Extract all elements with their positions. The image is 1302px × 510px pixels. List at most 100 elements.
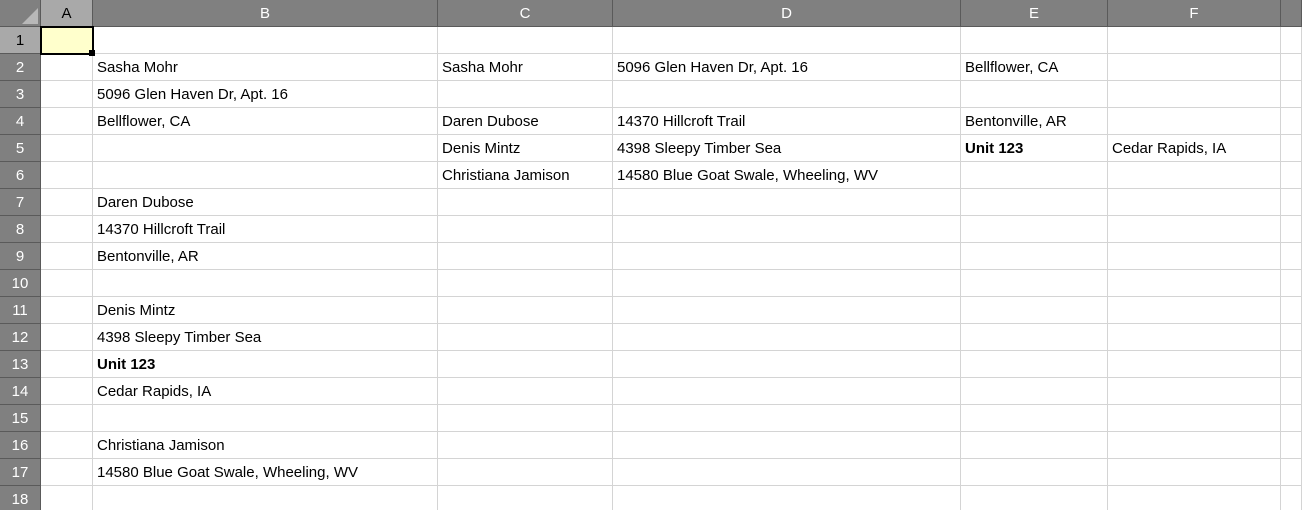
row-header-9[interactable]: 9: [0, 243, 41, 270]
cell-F14[interactable]: [1108, 378, 1281, 405]
cell-E3[interactable]: [961, 81, 1108, 108]
cell-B14[interactable]: Cedar Rapids, IA: [93, 378, 438, 405]
row-header-15[interactable]: 15: [0, 405, 41, 432]
cell-x4[interactable]: [1281, 108, 1302, 135]
cell-F16[interactable]: [1108, 432, 1281, 459]
cell-x15[interactable]: [1281, 405, 1302, 432]
cell-F8[interactable]: [1108, 216, 1281, 243]
col-header-F[interactable]: F: [1108, 0, 1281, 27]
row-header-18[interactable]: 18: [0, 486, 41, 510]
cell-B7[interactable]: Daren Dubose: [93, 189, 438, 216]
cell-F12[interactable]: [1108, 324, 1281, 351]
cell-E8[interactable]: [961, 216, 1108, 243]
cell-x2[interactable]: [1281, 54, 1302, 81]
cell-B3[interactable]: 5096 Glen Haven Dr, Apt. 16: [93, 81, 438, 108]
cell-x12[interactable]: [1281, 324, 1302, 351]
cell-C10[interactable]: [438, 270, 613, 297]
cell-E10[interactable]: [961, 270, 1108, 297]
cell-F2[interactable]: [1108, 54, 1281, 81]
cell-E2[interactable]: Bellflower, CA: [961, 54, 1108, 81]
cell-F17[interactable]: [1108, 459, 1281, 486]
cell-A12[interactable]: [41, 324, 93, 351]
cell-A3[interactable]: [41, 81, 93, 108]
row-header-13[interactable]: 13: [0, 351, 41, 378]
cell-F7[interactable]: [1108, 189, 1281, 216]
cell-x8[interactable]: [1281, 216, 1302, 243]
row-header-12[interactable]: 12: [0, 324, 41, 351]
cell-F11[interactable]: [1108, 297, 1281, 324]
cell-x11[interactable]: [1281, 297, 1302, 324]
row-header-8[interactable]: 8: [0, 216, 41, 243]
cell-D13[interactable]: [613, 351, 961, 378]
cell-B6[interactable]: [93, 162, 438, 189]
cell-D16[interactable]: [613, 432, 961, 459]
cell-B18[interactable]: [93, 486, 438, 510]
cell-F3[interactable]: [1108, 81, 1281, 108]
cell-B8[interactable]: 14370 Hillcroft Trail: [93, 216, 438, 243]
cell-x5[interactable]: [1281, 135, 1302, 162]
cell-C12[interactable]: [438, 324, 613, 351]
cell-A17[interactable]: [41, 459, 93, 486]
cell-E16[interactable]: [961, 432, 1108, 459]
cell-E4[interactable]: Bentonville, AR: [961, 108, 1108, 135]
cell-F13[interactable]: [1108, 351, 1281, 378]
cell-A16[interactable]: [41, 432, 93, 459]
cell-E6[interactable]: [961, 162, 1108, 189]
cell-E18[interactable]: [961, 486, 1108, 510]
row-header-7[interactable]: 7: [0, 189, 41, 216]
cell-A5[interactable]: [41, 135, 93, 162]
cell-x7[interactable]: [1281, 189, 1302, 216]
cell-B2[interactable]: Sasha Mohr: [93, 54, 438, 81]
cell-F6[interactable]: [1108, 162, 1281, 189]
cell-C13[interactable]: [438, 351, 613, 378]
cell-A14[interactable]: [41, 378, 93, 405]
select-all-corner[interactable]: [0, 0, 41, 27]
cell-A9[interactable]: [41, 243, 93, 270]
cell-E17[interactable]: [961, 459, 1108, 486]
cell-A18[interactable]: [41, 486, 93, 510]
row-header-1[interactable]: 1: [0, 27, 41, 54]
cell-C7[interactable]: [438, 189, 613, 216]
col-header-E[interactable]: E: [961, 0, 1108, 27]
cell-A13[interactable]: [41, 351, 93, 378]
cell-F4[interactable]: [1108, 108, 1281, 135]
cell-B9[interactable]: Bentonville, AR: [93, 243, 438, 270]
cell-C3[interactable]: [438, 81, 613, 108]
col-header-A[interactable]: A: [41, 0, 93, 27]
cell-F1[interactable]: [1108, 27, 1281, 54]
cell-C4[interactable]: Daren Dubose: [438, 108, 613, 135]
cell-x17[interactable]: [1281, 459, 1302, 486]
cell-C17[interactable]: [438, 459, 613, 486]
cell-D10[interactable]: [613, 270, 961, 297]
col-header-D[interactable]: D: [613, 0, 961, 27]
cell-F15[interactable]: [1108, 405, 1281, 432]
cell-D5[interactable]: 4398 Sleepy Timber Sea: [613, 135, 961, 162]
cell-A1[interactable]: [41, 27, 93, 54]
cell-E7[interactable]: [961, 189, 1108, 216]
cell-C5[interactable]: Denis Mintz: [438, 135, 613, 162]
cell-C2[interactable]: Sasha Mohr: [438, 54, 613, 81]
col-header-extra[interactable]: [1281, 0, 1302, 27]
cell-x1[interactable]: [1281, 27, 1302, 54]
row-header-3[interactable]: 3: [0, 81, 41, 108]
cell-E11[interactable]: [961, 297, 1108, 324]
cell-A8[interactable]: [41, 216, 93, 243]
cell-F18[interactable]: [1108, 486, 1281, 510]
cell-B16[interactable]: Christiana Jamison: [93, 432, 438, 459]
row-header-2[interactable]: 2: [0, 54, 41, 81]
cell-D11[interactable]: [613, 297, 961, 324]
row-header-17[interactable]: 17: [0, 459, 41, 486]
cell-F9[interactable]: [1108, 243, 1281, 270]
cell-B12[interactable]: 4398 Sleepy Timber Sea: [93, 324, 438, 351]
cell-C16[interactable]: [438, 432, 613, 459]
row-header-5[interactable]: 5: [0, 135, 41, 162]
cell-D8[interactable]: [613, 216, 961, 243]
cell-x9[interactable]: [1281, 243, 1302, 270]
cell-B17[interactable]: 14580 Blue Goat Swale, Wheeling, WV: [93, 459, 438, 486]
cell-C8[interactable]: [438, 216, 613, 243]
cell-D9[interactable]: [613, 243, 961, 270]
cell-D2[interactable]: 5096 Glen Haven Dr, Apt. 16: [613, 54, 961, 81]
cell-B4[interactable]: Bellflower, CA: [93, 108, 438, 135]
cell-B1[interactable]: [93, 27, 438, 54]
cell-E12[interactable]: [961, 324, 1108, 351]
